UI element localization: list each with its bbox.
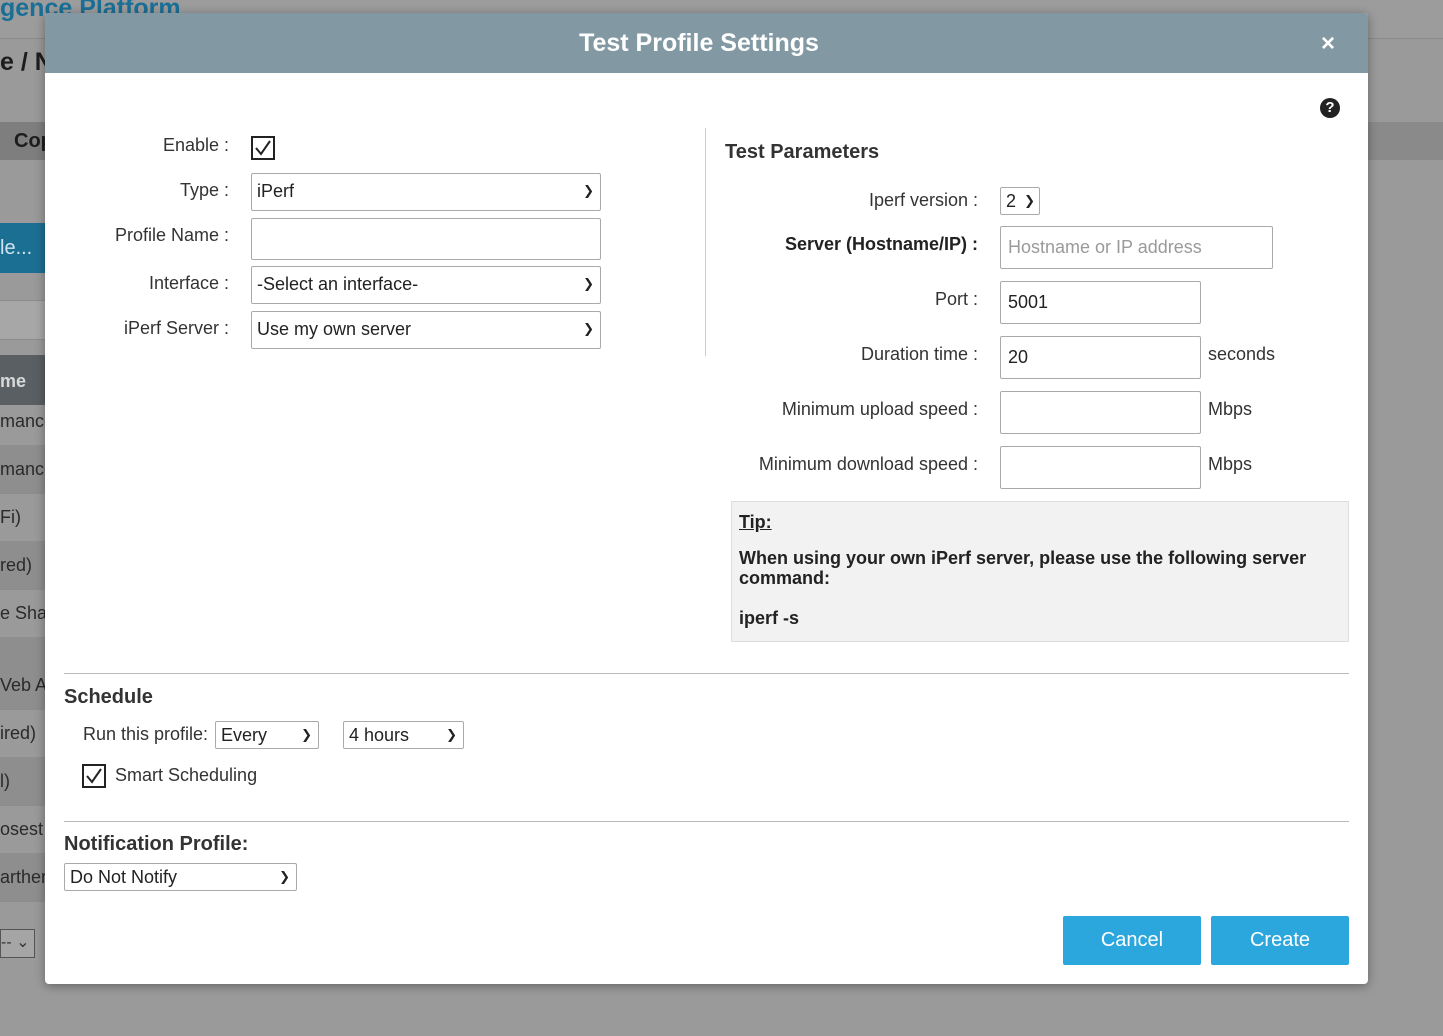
min-upload-input[interactable]	[1000, 391, 1201, 434]
profile-name-label: Profile Name :	[114, 225, 229, 245]
background-table-row: red)	[0, 541, 46, 590]
create-button[interactable]: Create	[1211, 916, 1349, 965]
chevron-down-icon: ❯	[583, 276, 594, 291]
type-select[interactable]: iPerf ❯	[251, 173, 601, 211]
modal-title: Test Profile Settings	[579, 29, 819, 57]
min-download-unit: Mbps	[1208, 454, 1253, 474]
cancel-button[interactable]: Cancel	[1063, 916, 1201, 965]
notification-select[interactable]: Do Not Notify ❯	[64, 863, 297, 891]
duration-input[interactable]	[1000, 336, 1201, 379]
chevron-down-icon: ❯	[446, 727, 457, 742]
background-button: le...	[0, 223, 46, 273]
min-upload-label: Minimum upload speed :	[781, 399, 978, 419]
background-table-row: l)	[0, 757, 46, 806]
background-filter-input	[0, 300, 47, 340]
background-table-row	[0, 637, 46, 662]
min-download-input[interactable]	[1000, 446, 1201, 489]
divider	[64, 821, 1349, 822]
interface-label: Interface :	[148, 273, 229, 293]
iperf-server-select-value: Use my own server	[257, 319, 412, 339]
test-parameters-heading: Test Parameters	[725, 141, 880, 163]
background-table-row: Veb Ap	[0, 661, 46, 710]
duration-label: Duration time :	[860, 344, 978, 364]
enable-checkbox[interactable]	[251, 136, 275, 160]
chevron-down-icon: ❯	[301, 727, 312, 742]
background-table-row: osest	[0, 805, 46, 854]
background-table-row: mance	[0, 445, 46, 494]
server-hostname-input[interactable]	[1000, 226, 1273, 269]
divider	[64, 673, 1349, 674]
type-select-value: iPerf	[257, 181, 295, 201]
run-profile-label: Run this profile:	[83, 724, 209, 744]
iperf-version-label: Iperf version :	[868, 190, 978, 210]
column-divider	[705, 128, 706, 356]
chevron-down-icon: ❯	[279, 869, 290, 884]
background-table-row: ired)	[0, 709, 46, 758]
profile-name-input[interactable]	[251, 218, 601, 260]
smart-scheduling-label: Smart Scheduling	[115, 765, 258, 785]
iperf-server-label: iPerf Server :	[123, 318, 229, 338]
tip-box: Tip: When using your own iPerf server, p…	[731, 501, 1349, 642]
tip-title: Tip:	[739, 512, 772, 532]
chevron-down-icon: ❯	[583, 321, 594, 336]
test-profile-modal: Test Profile Settings × ? Enable : Type …	[45, 13, 1368, 984]
background-select-value: --	[1, 934, 17, 951]
smart-scheduling-checkbox[interactable]	[82, 764, 106, 788]
iperf-server-select[interactable]: Use my own server ❯	[251, 311, 601, 349]
background-table-row: e Shar	[0, 589, 46, 638]
min-upload-unit: Mbps	[1208, 399, 1253, 419]
notification-heading: Notification Profile:	[64, 833, 249, 855]
duration-unit: seconds	[1208, 344, 1276, 364]
modal-header: Test Profile Settings ×	[45, 13, 1368, 73]
interface-select[interactable]: -Select an interface- ❯	[251, 266, 601, 304]
interface-select-value: -Select an interface-	[257, 274, 419, 294]
server-hostname-label: Server (Hostname/IP) :	[784, 234, 978, 254]
check-icon	[86, 768, 102, 784]
interval-select-value: 4 hours	[349, 725, 410, 745]
frequency-select[interactable]: Every ❯	[215, 721, 319, 749]
chevron-down-icon: ❯	[1024, 193, 1035, 208]
port-input[interactable]	[1000, 281, 1201, 324]
enable-label: Enable :	[162, 135, 229, 155]
check-icon	[255, 140, 271, 156]
frequency-select-value: Every	[221, 725, 268, 745]
notification-select-value: Do Not Notify	[70, 867, 178, 887]
background-table-row: mance	[0, 397, 46, 446]
background-table-row: Fi)	[0, 493, 46, 542]
background-table-row: arther	[0, 853, 46, 902]
tip-text: When using your own iPerf server, please…	[739, 548, 1307, 588]
iperf-version-value: 2	[1006, 191, 1017, 211]
help-icon[interactable]: ?	[1320, 98, 1340, 118]
min-download-label: Minimum download speed :	[758, 454, 978, 474]
iperf-version-select[interactable]: 2 ❯	[1000, 187, 1040, 215]
type-label: Type :	[179, 180, 229, 200]
tip-command: iperf -s	[739, 608, 800, 628]
interval-select[interactable]: 4 hours ❯	[343, 721, 464, 749]
chevron-down-icon: ❯	[583, 183, 594, 198]
schedule-heading: Schedule	[64, 686, 153, 708]
background-page-size-select: -- ⌄	[0, 929, 35, 958]
close-icon[interactable]: ×	[1318, 30, 1338, 57]
port-label: Port :	[934, 289, 978, 309]
